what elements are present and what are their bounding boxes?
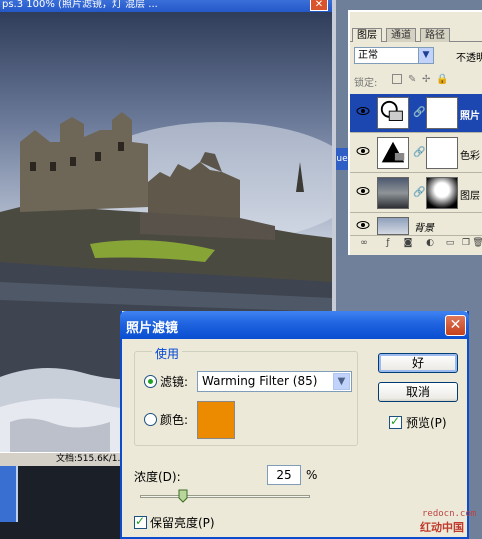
layer-name: 图层	[460, 191, 480, 202]
document-title-bar[interactable]: ps.3 100% (照片滤镜，灯 混层 ...	[0, 0, 336, 12]
layer-row[interactable]: 背景	[350, 214, 482, 236]
lock-row: 锁定: ✎ ✢ 🔒	[354, 74, 482, 89]
document-title: ps.3 100% (照片滤镜，灯 混层 ...	[2, 0, 158, 10]
checkmark-icon: ✓	[390, 414, 401, 428]
close-button[interactable]: ✕	[445, 315, 466, 336]
layer-row[interactable]: 🔗 图层	[350, 174, 482, 213]
photo-filter-dialog: 照片滤镜 ✕ 使用 滤镜: Warming Filter (85) ▼ 颜色: …	[120, 311, 469, 539]
density-slider-track[interactable]	[140, 495, 310, 498]
tab-channels[interactable]: 通道	[386, 28, 416, 42]
eye-icon[interactable]	[356, 106, 370, 116]
layer-row[interactable]: 🔗 照片	[350, 94, 482, 133]
density-unit: %	[306, 468, 318, 482]
eye-icon[interactable]	[356, 146, 370, 156]
dialog-title-bar[interactable]: 照片滤镜 ✕	[120, 311, 469, 339]
lock-move-icon[interactable]: ✢	[422, 74, 432, 85]
density-input[interactable]: 25	[267, 465, 301, 485]
add-mask-icon[interactable]: ◙	[402, 238, 414, 249]
use-group-label: 使用	[152, 345, 183, 362]
lock-all-icon[interactable]: 🔒	[436, 74, 448, 85]
eye-icon[interactable]	[356, 220, 370, 230]
link-icon: 🔗	[413, 147, 426, 158]
lock-label: 锁定:	[354, 78, 378, 89]
opacity-label: 不透明	[456, 53, 482, 64]
adjustment-layer-icon[interactable]: ◐	[424, 238, 436, 249]
layer-style-icon[interactable]: ƒ	[382, 238, 394, 249]
link-layers-icon[interactable]: ∞	[358, 238, 370, 249]
preview-checkbox[interactable]: ✓	[389, 414, 402, 429]
tab-layers[interactable]: 图层	[352, 28, 382, 42]
lock-transparency-icon[interactable]	[392, 74, 402, 84]
layers-tab-bar: 图层 通道 路径	[350, 26, 482, 42]
window-edge	[0, 466, 18, 522]
layer-mask-thumbnail[interactable]	[426, 177, 458, 209]
checkmark-icon: ✓	[135, 514, 146, 528]
color-swatch[interactable]	[197, 401, 235, 439]
preserve-luminosity-label: 保留亮度(P)	[150, 516, 215, 530]
document-close-button[interactable]: ✕	[310, 0, 328, 11]
eye-icon[interactable]	[356, 186, 370, 196]
link-icon: 🔗	[413, 107, 426, 118]
blend-mode-select[interactable]: 正常 ▼	[354, 47, 434, 64]
layer-mask-thumbnail[interactable]	[426, 137, 458, 169]
blend-mode-value: 正常	[358, 50, 378, 61]
new-layer-icon[interactable]: ❐	[460, 238, 472, 249]
preview-label: 预览(P)	[406, 416, 447, 430]
color-radio[interactable]	[144, 413, 157, 426]
chevron-down-icon: ▼	[333, 373, 350, 390]
adjustment-thumbnail	[377, 97, 409, 129]
watermark-url: redocn.com	[422, 509, 477, 519]
watermark-site: 红动中国	[420, 521, 464, 534]
layer-thumbnail	[377, 177, 409, 209]
layer-row[interactable]: 🔗 色彩	[350, 134, 482, 173]
dialog-title: 照片滤镜	[126, 321, 179, 336]
filter-select-value: Warming Filter (85)	[202, 374, 318, 388]
chevron-down-icon: ▼	[418, 48, 433, 63]
filter-select[interactable]: Warming Filter (85) ▼	[197, 371, 352, 392]
delete-layer-icon[interactable]: 🗑	[472, 238, 482, 249]
filter-label: 滤镜:	[160, 375, 189, 389]
radio-dot	[148, 379, 153, 384]
link-icon: 🔗	[413, 187, 426, 198]
layer-name: 照片	[460, 111, 480, 122]
layer-name: 背景	[414, 223, 434, 234]
tab-paths[interactable]: 路径	[420, 28, 450, 42]
preserve-luminosity-checkbox[interactable]: ✓	[134, 514, 147, 529]
new-group-icon[interactable]: ▭	[444, 238, 456, 249]
collapsed-panel-tab[interactable]: ue	[336, 148, 348, 170]
cancel-button[interactable]: 取消	[378, 382, 458, 402]
layers-footer: ∞ ƒ ◙ ◐ ▭ ❐ 🗑	[350, 236, 482, 252]
lock-brush-icon[interactable]: ✎	[408, 74, 418, 85]
filter-radio[interactable]	[144, 375, 157, 388]
layer-name: 色彩	[460, 151, 480, 162]
density-label: 浓度(D):	[134, 470, 181, 484]
adjustment-thumbnail	[377, 137, 409, 169]
density-slider-thumb[interactable]	[178, 489, 188, 503]
layers-panel: 图层 通道 路径 正常 ▼ 不透明 锁定: ✎ ✢ 🔒 🔗 照片 🔗 色彩 🔗	[348, 10, 482, 255]
layer-mask-thumbnail[interactable]	[426, 97, 458, 129]
color-label: 颜色:	[160, 413, 189, 427]
layer-thumbnail	[377, 217, 409, 235]
ok-button[interactable]: 好	[378, 353, 458, 373]
use-group-box	[134, 351, 358, 446]
